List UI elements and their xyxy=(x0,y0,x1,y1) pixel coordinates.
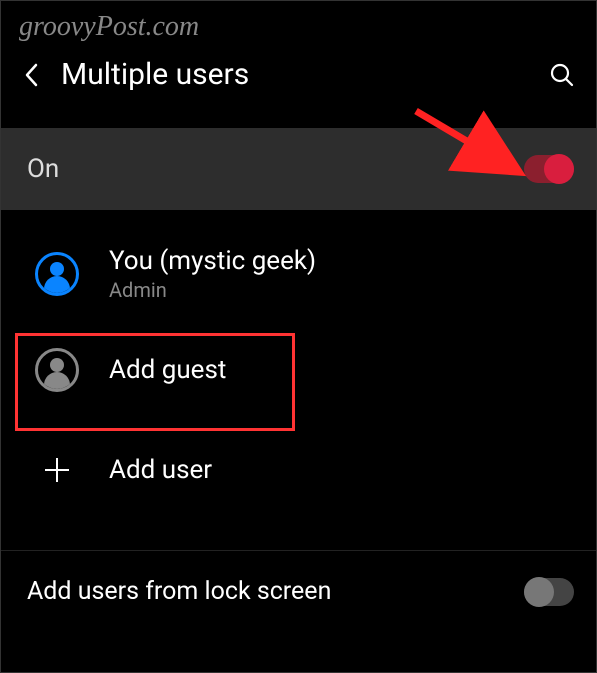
back-button[interactable] xyxy=(19,63,43,87)
multiple-users-toggle-row[interactable]: On xyxy=(1,128,596,210)
guest-avatar-icon xyxy=(33,346,81,394)
person-icon xyxy=(35,252,79,296)
person-icon xyxy=(35,348,79,392)
plus-icon-wrap xyxy=(33,446,81,494)
add-user-label: Add user xyxy=(109,455,212,485)
add-guest-label: Add guest xyxy=(109,355,226,385)
user-role: Admin xyxy=(109,278,316,302)
users-list: You (mystic geek) Admin Add guest Add us… xyxy=(1,230,596,518)
plus-icon xyxy=(35,448,79,492)
user-text: You (mystic geek) Admin xyxy=(109,246,316,302)
app-header: Multiple users xyxy=(1,39,596,110)
toggle-on-icon xyxy=(524,155,574,183)
page-title: Multiple users xyxy=(61,57,548,92)
user-avatar-icon xyxy=(33,250,81,298)
add-guest-text: Add guest xyxy=(109,355,226,385)
multiple-users-toggle[interactable] xyxy=(524,155,574,183)
add-user-row[interactable]: Add user xyxy=(1,422,596,518)
search-icon xyxy=(549,62,575,88)
user-row-current[interactable]: You (mystic geek) Admin xyxy=(1,230,596,318)
add-user-text: Add user xyxy=(109,455,212,485)
add-guest-row[interactable]: Add guest xyxy=(1,318,596,422)
toggle-label: On xyxy=(27,154,59,184)
search-button[interactable] xyxy=(548,61,576,89)
lock-screen-toggle[interactable] xyxy=(524,578,574,606)
lock-screen-label: Add users from lock screen xyxy=(27,577,331,606)
user-name: You (mystic geek) xyxy=(109,246,316,276)
lock-screen-toggle-row[interactable]: Add users from lock screen xyxy=(1,550,596,632)
toggle-off-icon xyxy=(524,578,574,606)
chevron-left-icon xyxy=(24,63,38,87)
